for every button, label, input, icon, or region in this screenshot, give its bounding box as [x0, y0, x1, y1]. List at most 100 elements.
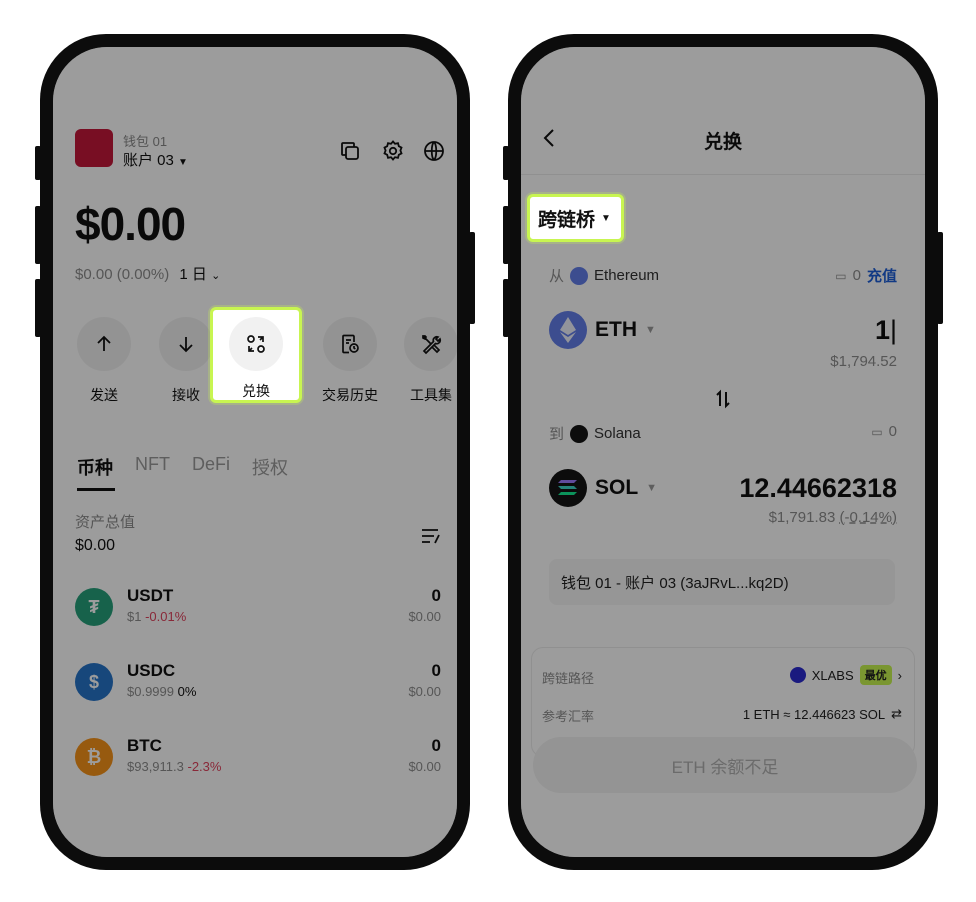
- swap-screen: 兑换 从 Ethereum ▭ 0 充值 ETH ▼ 1| $1,794.52: [521, 47, 925, 857]
- header-divider: [521, 174, 925, 175]
- token-price: $1: [127, 609, 142, 624]
- token-value: $0.00: [408, 609, 441, 624]
- token-symbol: BTC: [127, 736, 162, 755]
- swap-button[interactable]: 兑换: [210, 307, 302, 403]
- from-chain-row[interactable]: 从 Ethereum: [549, 265, 659, 286]
- rate-row: 1 ETH ≈ 12.446623 SOL ⇄: [743, 706, 902, 722]
- to-chain-row[interactable]: 到 Solana: [549, 423, 641, 444]
- from-label: 从: [549, 268, 565, 285]
- swap-arrows-icon: ⇄: [891, 706, 902, 721]
- text-cursor: |: [889, 315, 897, 345]
- tab-tokens[interactable]: 币种: [77, 454, 113, 480]
- mute-button: [503, 146, 509, 180]
- chevron-right-icon: ›: [897, 667, 902, 683]
- caret-down-icon: ▼: [645, 324, 656, 336]
- total-balance: $0.00: [75, 198, 186, 250]
- tab-nft[interactable]: NFT: [135, 454, 170, 480]
- tools-label: 工具集: [410, 387, 452, 403]
- best-badge: 最优: [859, 665, 892, 685]
- caret-down-icon: ▼: [646, 482, 658, 494]
- globe-icon[interactable]: [419, 136, 449, 166]
- period-label: 1 日: [179, 266, 207, 283]
- from-chain: Ethereum: [594, 267, 660, 284]
- balance-change-row: $0.00 (0.00%) 1 日 ⌄: [75, 263, 220, 284]
- token-value: $0.00: [408, 759, 441, 774]
- balance-change: $0.00 (0.00%): [75, 266, 170, 283]
- to-usd-row: $1,791.83 (-0.14%): [769, 509, 897, 526]
- switch-direction-icon[interactable]: [713, 389, 733, 409]
- solana-icon: [570, 424, 589, 443]
- from-amount-input[interactable]: 1|: [875, 315, 897, 346]
- asset-total: $0.00: [75, 537, 116, 554]
- from-balance: 0: [852, 267, 861, 284]
- to-amount: 12.44662318: [739, 473, 897, 503]
- tools-button[interactable]: 工具集: [393, 317, 457, 405]
- to-balance-row: ▭ 0: [871, 423, 897, 440]
- token-amount: 0: [431, 586, 441, 605]
- history-icon: [339, 333, 361, 355]
- token-value: $0.00: [408, 684, 441, 699]
- token-row-btc[interactable]: ₿ BTC $93,911.3 -2.3% 0 $0.00: [75, 732, 441, 782]
- period-selector[interactable]: 1 日 ⌄: [179, 266, 220, 283]
- tab-defi[interactable]: DeFi: [192, 454, 230, 480]
- token-change: -2.3%: [187, 759, 222, 774]
- avatar[interactable]: [75, 129, 113, 167]
- token-change: 0%: [177, 684, 197, 699]
- swap-label: 兑换: [242, 383, 270, 399]
- recipient-address[interactable]: 钱包 01 - 账户 03 (3aJRvL...kq2D): [549, 559, 895, 605]
- wallet-home-screen: 钱包 01 账户 03 ▼ $0.00 $0.00 (0.00%) 1 日 ⌄ …: [53, 47, 457, 857]
- token-symbol: USDT: [127, 586, 174, 605]
- to-label: 到: [549, 426, 565, 443]
- exchange-rate: 1 ETH ≈ 12.446623 SOL: [742, 706, 886, 722]
- transaction-history-label: 交易历史: [322, 387, 378, 403]
- asset-tabs: 币种 NFT DeFi 授权: [77, 454, 288, 480]
- price-impact[interactable]: (-0.14%): [839, 509, 897, 526]
- volume-down-button: [35, 279, 41, 337]
- tab-indicator: [77, 488, 115, 491]
- volume-up-button: [503, 206, 509, 264]
- xlabs-icon: [789, 667, 806, 683]
- route-label: 跨链路径: [542, 671, 595, 686]
- send-button[interactable]: 发送: [66, 317, 142, 405]
- token-price-row: $93,911.3 -2.3%: [127, 759, 221, 774]
- token-price: $93,911.3: [127, 759, 184, 774]
- copy-icon[interactable]: [335, 136, 365, 166]
- volume-up-button: [35, 206, 41, 264]
- token-price-row: $1 -0.01%: [127, 609, 186, 624]
- from-amount: 1: [874, 315, 890, 345]
- usdt-icon: ₮: [75, 588, 113, 626]
- caret-down-icon: ▼: [178, 157, 188, 168]
- mute-button: [35, 146, 41, 180]
- insufficient-balance-button[interactable]: ETH 余额不足: [533, 737, 917, 793]
- ethereum-icon: [570, 266, 589, 285]
- token-row-usdc[interactable]: $ USDC $0.9999 0% 0 $0.00: [75, 657, 441, 707]
- token-price-row: $0.9999 0%: [127, 684, 196, 699]
- to-chain: Solana: [594, 425, 641, 442]
- tab-approvals[interactable]: 授权: [252, 454, 288, 480]
- phone-frame-right: 兑换 从 Ethereum ▭ 0 充值 ETH ▼ 1| $1,794.52: [503, 34, 943, 870]
- token-row-usdt[interactable]: ₮ USDT $1 -0.01% 0 $0.00: [75, 582, 441, 632]
- transaction-history-button[interactable]: 交易历史: [312, 317, 388, 405]
- account-switcher[interactable]: 账户 03 ▼: [123, 149, 188, 170]
- route-provider: XLABS: [811, 667, 854, 683]
- power-button: [469, 232, 475, 324]
- filter-icon[interactable]: [420, 525, 442, 547]
- chevron-down-icon: ⌄: [211, 270, 221, 282]
- bridge-mode-selector[interactable]: 跨链桥 ▼: [527, 194, 624, 242]
- to-balance: 0: [888, 423, 897, 440]
- asset-total-label: 资产总值: [75, 514, 136, 531]
- bridge-mode-label: 跨链桥: [538, 209, 596, 231]
- from-token-selector[interactable]: ETH ▼: [549, 311, 656, 349]
- swap-icon: [245, 333, 267, 355]
- wallet-icon: ▭: [871, 424, 883, 439]
- sol-icon: [549, 469, 587, 507]
- to-token-selector[interactable]: SOL ▼: [549, 469, 657, 507]
- caret-down-icon: ▼: [601, 212, 611, 224]
- tools-icon: [420, 333, 442, 355]
- gear-icon[interactable]: [378, 136, 408, 166]
- route-selector[interactable]: XLABS 最优 ›: [789, 665, 902, 685]
- send-label: 发送: [90, 387, 118, 403]
- btc-icon: ₿: [75, 738, 113, 776]
- deposit-link[interactable]: 充值: [867, 265, 897, 286]
- to-token: SOL: [595, 476, 639, 499]
